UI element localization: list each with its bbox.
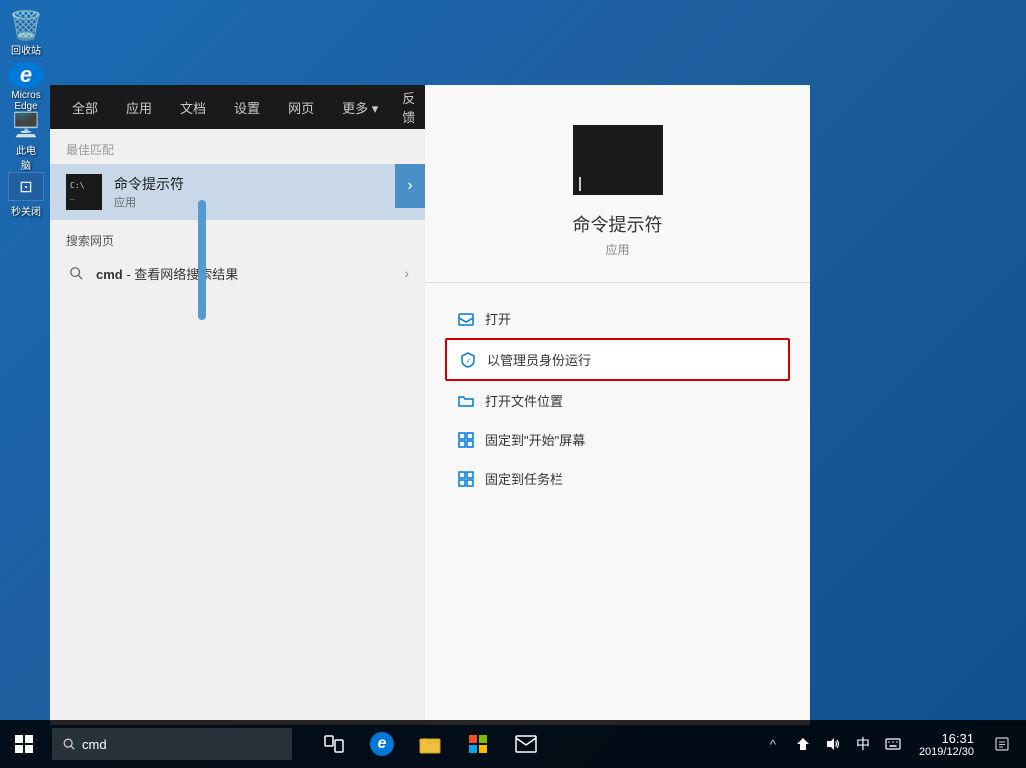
best-match-item[interactable]: C:\ _ 命令提示符 应用 › (50, 164, 425, 220)
tray-volume[interactable] (819, 722, 847, 766)
tab-apps[interactable]: 应用 (114, 90, 164, 125)
app-type: 应用 (114, 194, 409, 210)
tab-web[interactable]: 网页 (276, 90, 326, 125)
app-name: 命令提示符 (114, 174, 409, 194)
search-panel: 全部 应用 文档 设置 网页 更多 ▾ 反馈 ··· 最佳匹配 C:\ (50, 85, 425, 725)
cmd-app-icon: C:\ _ (66, 174, 102, 210)
tab-all[interactable]: 全部 (60, 90, 110, 125)
web-search-item[interactable]: cmd - 查看网络搜索结果 › (50, 255, 425, 291)
tab-more[interactable]: 更多 ▾ (330, 90, 390, 125)
desktop-icon-recycle[interactable]: 🗑️ 回收站 (3, 10, 49, 56)
web-search-text: cmd - 查看网络搜索结果 (96, 264, 404, 283)
desktop-icon-shortcut[interactable]: ⊡ 秒关闭 (3, 172, 49, 218)
explorer-taskbar-button[interactable] (408, 722, 452, 766)
action-open[interactable]: 打开 (445, 299, 790, 338)
open-location-label: 打开文件位置 (485, 391, 563, 410)
taskbar-search-text: cmd (82, 737, 107, 752)
search-tabs: 全部 应用 文档 设置 网页 更多 ▾ 反馈 ··· (50, 85, 425, 129)
edge-icon: e (8, 62, 44, 88)
taskbar-icons: e (312, 722, 548, 766)
shield-icon: ✓ (459, 351, 477, 369)
pin-start-label: 固定到"开始"屏幕 (485, 430, 585, 449)
web-search-label: 搜索网页 (50, 222, 425, 255)
tray-keyboard[interactable] (879, 722, 907, 766)
detail-arrow: › (395, 164, 425, 208)
desktop-sidebar: 🗑️ 回收站 e MicrosEdge 🖥️ 此电脑 ⊡ 秒关闭 (0, 0, 52, 720)
app-detail-name: 命令提示符 (573, 211, 663, 237)
action-pin-start[interactable]: 固定到"开始"屏幕 (445, 420, 790, 459)
edge-taskbar-button[interactable]: e (360, 722, 404, 766)
cursor-blink (579, 177, 581, 191)
computer-label: 此电脑 (16, 142, 36, 172)
taskbar: cmd e (0, 720, 1026, 768)
open-icon (457, 310, 475, 328)
edge-label: MicrosEdge (11, 90, 40, 112)
notification-center-button[interactable] (986, 722, 1018, 766)
start-menu: 全部 应用 文档 设置 网页 更多 ▾ 反馈 ··· 最佳匹配 C:\ (50, 85, 810, 725)
scroll-indicator (198, 200, 206, 320)
system-tray: ^ 中 (759, 722, 907, 766)
svg-text:_: _ (70, 191, 75, 200)
app-detail-type: 应用 (605, 241, 629, 258)
app-detail-panel: 命令提示符 应用 打开 (425, 85, 810, 725)
desktop-icon-edge[interactable]: e MicrosEdge (3, 64, 49, 110)
app-preview-icon (573, 125, 663, 195)
recycle-label: 回收站 (11, 42, 41, 57)
svg-text:C:\: C:\ (70, 181, 85, 190)
tray-ime[interactable]: 中 (849, 722, 877, 766)
pin-start-icon (457, 431, 475, 449)
action-pin-taskbar[interactable]: 固定到任务栏 (445, 459, 790, 498)
mail-taskbar-button[interactable] (504, 722, 548, 766)
svg-text:✓: ✓ (466, 358, 472, 365)
store-taskbar-button[interactable] (456, 722, 500, 766)
clock[interactable]: 16:31 2019/12/30 (913, 722, 980, 766)
taskbar-right: ^ 中 (759, 722, 1026, 766)
folder-icon (457, 392, 475, 410)
action-open-location[interactable]: 打开文件位置 (445, 381, 790, 420)
action-run-as-admin[interactable]: ✓ 以管理员身份运行 (445, 338, 790, 381)
tray-expand[interactable]: ^ (759, 722, 787, 766)
best-match-text: 命令提示符 应用 (114, 174, 409, 210)
pin-taskbar-label: 固定到任务栏 (485, 469, 563, 488)
task-view-button[interactable] (312, 722, 356, 766)
desktop: 🗑️ 回收站 e MicrosEdge 🖥️ 此电脑 ⊡ 秒关闭 全部 应用 文… (0, 0, 1026, 768)
tab-settings[interactable]: 设置 (222, 90, 272, 125)
action-list: 打开 ✓ 以管理员身份运行 (425, 299, 810, 498)
web-search-icon (66, 263, 86, 283)
feedback-button[interactable]: 反馈 (394, 80, 423, 134)
divider (425, 282, 810, 283)
tray-network[interactable] (789, 722, 817, 766)
desktop-icon-computer[interactable]: 🖥️ 此电脑 (3, 118, 49, 164)
taskbar-search-box[interactable]: cmd (52, 728, 292, 760)
best-match-label: 最佳匹配 (50, 129, 425, 164)
web-search-arrow-icon: › (404, 265, 409, 281)
search-results: 最佳匹配 C:\ _ 命令提示符 应用 › (50, 129, 425, 725)
run-as-admin-label: 以管理员身份运行 (487, 350, 591, 369)
open-label: 打开 (485, 309, 511, 328)
clock-date: 2019/12/30 (919, 746, 974, 758)
tab-docs[interactable]: 文档 (168, 90, 218, 125)
start-button[interactable] (0, 720, 48, 768)
shortcut-label: 秒关闭 (11, 203, 41, 218)
pin-taskbar-icon (457, 470, 475, 488)
clock-time: 16:31 (941, 731, 974, 746)
taskbar-search-icon (62, 737, 76, 751)
